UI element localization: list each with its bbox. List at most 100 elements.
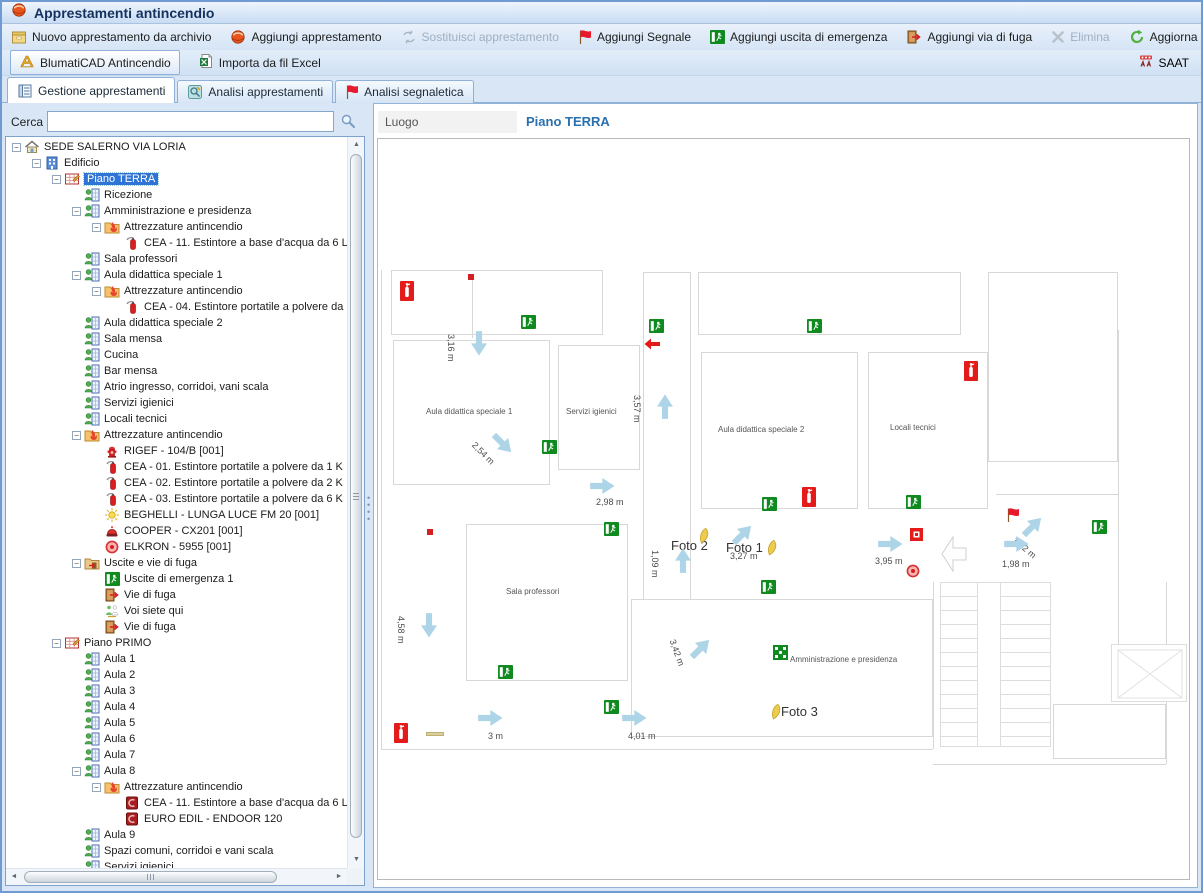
tree-expander[interactable]: −	[12, 143, 21, 152]
aggiungi-uscita-di-emergenza-button[interactable]: Aggiungi uscita di emergenza	[710, 30, 887, 44]
tree-item[interactable]: −Attrezzature antincendio	[6, 219, 347, 235]
exit-sign-icon[interactable]	[1092, 520, 1107, 534]
tree-item[interactable]: BEGHELLI - LUNGA LUCE FM 20 [001]	[6, 507, 347, 523]
scroll-right-arrow[interactable]: ►	[331, 869, 347, 885]
escape-route-arrow[interactable]	[590, 477, 616, 495]
photo-label[interactable]: Foto 3	[781, 704, 818, 719]
importa-excel-button[interactable]: Importa da fil Excel	[190, 51, 329, 74]
escape-route-arrow[interactable]	[470, 331, 488, 357]
exit-sign-icon[interactable]	[498, 665, 513, 679]
scroll-thumb[interactable]	[350, 154, 362, 838]
panel-splitter[interactable]: ••••	[366, 136, 373, 886]
outline-arrow-left-icon[interactable]	[941, 535, 967, 573]
tree-item[interactable]: CEA - 01. Estintore portatile a polvere …	[6, 459, 347, 475]
scroll-down-arrow[interactable]: ▼	[348, 852, 365, 868]
red-arrow-left-icon[interactable]	[644, 338, 660, 350]
tree-item[interactable]: CEA - 11. Estintore a base d'acqua da 6 …	[6, 795, 347, 811]
tree-item[interactable]: CEA - 11. Estintore a base d'acqua da 6 …	[6, 235, 347, 251]
tree-horizontal-scrollbar[interactable]: ◄ ►	[6, 868, 347, 885]
tree-item[interactable]: CEA - 03. Estintore portatile a polvere …	[6, 491, 347, 507]
tree-item[interactable]: ELKRON - 5955 [001]	[6, 539, 347, 555]
escape-route-arrow[interactable]	[1004, 535, 1030, 553]
escape-route-arrow[interactable]	[622, 709, 648, 727]
assembly-icon[interactable]	[773, 645, 788, 660]
tree-vertical-scrollbar[interactable]: ▲ ▼	[347, 137, 364, 868]
scroll-up-arrow[interactable]: ▲	[348, 137, 365, 153]
tree-item[interactable]: Aula 9	[6, 827, 347, 843]
escape-route-arrow[interactable]	[878, 535, 904, 553]
tree-item[interactable]: Locali tecnici	[6, 411, 347, 427]
tree-item[interactable]: Aula 6	[6, 731, 347, 747]
tree-item[interactable]: Sala professori	[6, 251, 347, 267]
escape-route-arrow[interactable]	[420, 613, 438, 639]
alarm-square-icon[interactable]	[910, 528, 923, 541]
tree-item[interactable]: Aula 7	[6, 747, 347, 763]
tab-analisi-segnaletica[interactable]: Analisi segnaletica	[335, 80, 473, 103]
tree-item[interactable]: Aula 1	[6, 651, 347, 667]
tree-item[interactable]: Vie di fuga	[6, 619, 347, 635]
tree-item[interactable]: Spazi comuni, corridoi e vani scala	[6, 843, 347, 859]
exit-sign-icon[interactable]	[521, 315, 536, 329]
ext-sign-icon[interactable]	[400, 281, 414, 301]
leaf-icon[interactable]	[764, 539, 779, 557]
tree-item[interactable]: CEA - 04. Estintore portatile a polvere …	[6, 299, 347, 315]
alarm-round-icon[interactable]	[905, 563, 921, 579]
tree-expander[interactable]: −	[32, 159, 41, 168]
search-icon[interactable]	[340, 113, 356, 134]
exit-sign-icon[interactable]	[762, 497, 777, 511]
tree-expander[interactable]: −	[52, 175, 61, 184]
tree-expander[interactable]: −	[52, 639, 61, 648]
blumaticad-button[interactable]: BlumatiCAD Antincendio	[10, 50, 180, 75]
tree-expander[interactable]: −	[72, 271, 81, 280]
tree-item[interactable]: EURO EDIL - ENDOOR 120	[6, 811, 347, 827]
scroll-left-arrow[interactable]: ◄	[6, 869, 22, 885]
tree-item[interactable]: Voi siete qui	[6, 603, 347, 619]
exit-sign-icon[interactable]	[604, 700, 619, 714]
leaf-icon[interactable]	[696, 527, 711, 545]
tree-item[interactable]: −Edificio	[6, 155, 347, 171]
tree-item[interactable]: Ricezione	[6, 187, 347, 203]
leaf-icon[interactable]	[768, 703, 783, 721]
nuovo-apprestamento-da-archivio-button[interactable]: Nuovo apprestamento da archivio	[11, 29, 211, 45]
escape-route-arrow[interactable]	[656, 393, 674, 419]
exit-sign-icon[interactable]	[542, 440, 557, 454]
tree-item[interactable]: Bar mensa	[6, 363, 347, 379]
tree-item[interactable]: −Aula didattica speciale 1	[6, 267, 347, 283]
saat-button[interactable]: SAAT	[1138, 53, 1193, 72]
tree-expander[interactable]: −	[72, 559, 81, 568]
tree-item[interactable]: −Amministrazione e presidenza	[6, 203, 347, 219]
escape-route-arrow[interactable]	[674, 547, 692, 573]
tree-item[interactable]: RIGEF - 104/B [001]	[6, 443, 347, 459]
flag-icon[interactable]	[1006, 507, 1020, 523]
tree-expander[interactable]: −	[72, 207, 81, 216]
tan-strip-icon[interactable]	[426, 732, 444, 736]
tree-item[interactable]: COOPER - CX201 [001]	[6, 523, 347, 539]
tree-item[interactable]: −Uscite e vie di fuga	[6, 555, 347, 571]
tree-item[interactable]: −Piano PRIMO	[6, 635, 347, 651]
tree-item[interactable]: −Attrezzature antincendio	[6, 427, 347, 443]
tree-item[interactable]: Aula 3	[6, 683, 347, 699]
tree-item[interactable]: Atrio ingresso, corridoi, vani scala	[6, 379, 347, 395]
tree-item[interactable]: Cucina	[6, 347, 347, 363]
tree-item[interactable]: Aula 4	[6, 699, 347, 715]
tree-item[interactable]: CEA - 02. Estintore portatile a polvere …	[6, 475, 347, 491]
exit-sign-icon[interactable]	[604, 522, 619, 536]
tree-item[interactable]: Servizi igienici	[6, 859, 347, 868]
ext-sign-icon[interactable]	[394, 723, 408, 743]
tree-item[interactable]: −Attrezzature antincendio	[6, 283, 347, 299]
aggiungi-segnale-button[interactable]: Aggiungi Segnale	[578, 29, 691, 45]
scroll-thumb-horizontal[interactable]	[24, 871, 277, 883]
red-dot-icon[interactable]	[427, 529, 433, 535]
ext-sign-icon[interactable]	[802, 487, 816, 507]
tree-expander[interactable]: −	[92, 223, 101, 232]
tree-item[interactable]: −Piano TERRA	[6, 171, 347, 187]
search-input[interactable]	[47, 111, 334, 132]
tree-item[interactable]: Aula 5	[6, 715, 347, 731]
aggiorna-button[interactable]: Aggiorna	[1129, 29, 1198, 45]
exit-sign-icon[interactable]	[761, 580, 776, 594]
tree-item[interactable]: Servizi igienici	[6, 395, 347, 411]
red-dot-icon[interactable]	[468, 274, 474, 280]
aggiungi-via-di-fuga-button[interactable]: Aggiungi via di fuga	[906, 29, 1032, 45]
tree-expander[interactable]: −	[72, 431, 81, 440]
tree-item[interactable]: Aula didattica speciale 2	[6, 315, 347, 331]
